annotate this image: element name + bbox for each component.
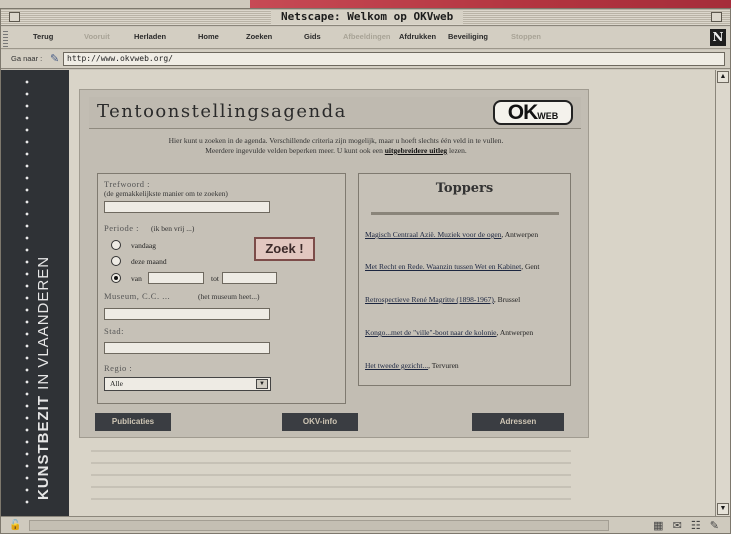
vertical-scrollbar[interactable]: ▲ ▼ — [715, 70, 730, 516]
stad-input[interactable] — [104, 342, 270, 354]
sidebar-title-bold: KUNSTBEZIT — [35, 395, 52, 500]
topper-place: , Antwerpen — [496, 328, 534, 337]
scroll-down-arrow-icon[interactable]: ▼ — [717, 503, 729, 515]
page-content: KUNSTBEZIT IN VLAANDEREN Tentoonstelling… — [1, 70, 715, 516]
intro-text: Hier kunt u zoeken in de agenda. Verschi… — [86, 136, 586, 156]
netscape-logo-icon: N — [710, 29, 726, 46]
scroll-up-arrow-icon[interactable]: ▲ — [717, 71, 729, 83]
sidebar: KUNSTBEZIT IN VLAANDEREN — [1, 70, 69, 516]
toppers-divider — [371, 212, 559, 215]
topper-link[interactable]: Magisch Centraal Azië. Muziek voor de og… — [365, 230, 501, 239]
bookmark-icon[interactable]: ✎ — [50, 53, 59, 65]
okv-info-button[interactable]: OKV-info — [282, 413, 358, 431]
regio-select[interactable]: Alle ▼ — [104, 377, 271, 391]
date-to-input[interactable] — [222, 272, 277, 284]
close-box[interactable] — [9, 12, 20, 22]
radio-deze-maand[interactable] — [111, 256, 121, 266]
explanation-link[interactable]: uitgebreidere uitleg — [385, 146, 447, 155]
topper-item: Retrospectieve René Magritte (1898-1967)… — [365, 295, 567, 305]
regio-label: Regio : — [104, 363, 133, 373]
intro-line-2a: Meerdere ingevulde velden beperken meer.… — [205, 146, 385, 155]
page-title: Tentoonstellingsagenda — [97, 101, 347, 122]
images-button[interactable]: Afbeeldingen — [343, 32, 391, 41]
topper-link[interactable]: Met Recht en Rede. Waanzin tussen Wet en… — [365, 262, 521, 271]
periode-label: Periode : — [104, 223, 139, 233]
adressen-button[interactable]: Adressen — [472, 413, 564, 431]
trefwoord-label: Trefwoord : — [104, 179, 151, 189]
topper-link[interactable]: Het tweede gezicht... — [365, 361, 428, 370]
tot-label: tot — [211, 274, 219, 283]
trefwoord-input[interactable] — [104, 201, 270, 213]
toolbar-collapse-tab[interactable] — [3, 29, 8, 47]
stop-button[interactable]: Stoppen — [511, 32, 541, 41]
topper-item: Met Recht en Rede. Waanzin tussen Wet en… — [365, 262, 567, 272]
publicaties-button[interactable]: Publicaties — [95, 413, 171, 431]
sidebar-title: KUNSTBEZIT IN VLAANDEREN — [35, 80, 57, 500]
page-reflection — [91, 440, 571, 510]
location-bar: Ga naar : ✎ http://www.okvweb.org/ — [1, 50, 730, 69]
security-button[interactable]: Beveiliging — [448, 32, 488, 41]
topper-place: , Brussel — [493, 295, 521, 304]
radio-vandaag[interactable] — [111, 240, 121, 250]
zoek-button[interactable]: Zoek ! — [254, 237, 315, 261]
bottom-nav: Publicaties OKV-info Adressen — [89, 413, 581, 431]
print-button[interactable]: Afdrukken — [399, 32, 436, 41]
topper-place: , Gent — [521, 262, 540, 271]
toppers-box: Toppers Magisch Centraal Azië. Muziek vo… — [358, 173, 571, 386]
back-button[interactable]: Terug — [33, 32, 53, 41]
topper-link[interactable]: Retrospectieve René Magritte (1898-1967) — [365, 295, 494, 304]
logo-web: WEB — [537, 111, 559, 121]
radio-vandaag-label: vandaag — [131, 241, 156, 250]
periode-note: (ik ben vrij ...) — [151, 224, 195, 233]
trefwoord-note: (de gemakkelijkste manier om te zoeken) — [104, 189, 228, 198]
sidebar-title-rest: IN VLAANDEREN — [35, 255, 52, 395]
radio-van[interactable] — [111, 273, 121, 283]
home-button[interactable]: Home — [198, 32, 219, 41]
agenda-panel: Tentoonstellingsagenda OKWEB Hier kunt u… — [79, 89, 589, 438]
browser-window: Netscape: Welkom op OKVweb Terug Vooruit… — [0, 8, 731, 534]
search-button[interactable]: Zoeken — [246, 32, 272, 41]
topper-place: , Antwerpen — [501, 230, 539, 239]
status-message — [29, 520, 609, 531]
topper-item: Magisch Centraal Azië. Muziek voor de og… — [365, 230, 567, 240]
museum-note: (het museum heet...) — [198, 292, 260, 301]
component-bar-icons[interactable]: ▦ ✉ ☷ ✎ — [653, 519, 722, 532]
topper-link[interactable]: Kongo...met de "ville"-boot naar de kolo… — [365, 328, 497, 337]
sidebar-dots — [25, 76, 29, 510]
regio-value: Alle — [110, 379, 123, 388]
museum-label: Museum, C.C. ... — [104, 291, 171, 301]
radio-deze-maand-label: deze maand — [131, 257, 167, 266]
url-field[interactable]: http://www.okvweb.org/ — [63, 52, 725, 66]
forward-button[interactable]: Vooruit — [84, 32, 110, 41]
radio-van-label: van — [131, 274, 142, 283]
reload-button[interactable]: Herladen — [134, 32, 166, 41]
location-label: Ga naar : — [11, 54, 43, 63]
window-title: Netscape: Welkom op OKVweb — [271, 10, 464, 24]
intro-line-1: Hier kunt u zoeken in de agenda. Verschi… — [168, 136, 504, 145]
guide-button[interactable]: Gids — [304, 32, 321, 41]
status-bar: 🔓 ▦ ✉ ☷ ✎ — [1, 516, 730, 533]
topper-item: Kongo...met de "ville"-boot naar de kolo… — [365, 328, 567, 338]
logo-ok: OK — [507, 101, 538, 124]
search-form: Trefwoord : (de gemakkelijkste manier om… — [97, 173, 346, 404]
date-from-input[interactable] — [148, 272, 204, 284]
toppers-title: Toppers — [435, 181, 494, 196]
navigation-toolbar: Terug Vooruit Herladen Home Zoeken Gids … — [1, 27, 730, 49]
security-lock-icon[interactable]: 🔓 — [9, 520, 21, 531]
heading-bar: Tentoonstellingsagenda OKWEB — [89, 97, 581, 129]
zoom-box[interactable] — [711, 12, 722, 22]
intro-line-2b: lezen. — [447, 146, 467, 155]
topper-item: Het tweede gezicht..., Tervuren — [365, 361, 567, 371]
stad-label: Stad: — [104, 326, 124, 336]
title-bar[interactable]: Netscape: Welkom op OKVweb — [1, 9, 730, 26]
chevron-down-icon[interactable]: ▼ — [256, 379, 268, 389]
museum-input[interactable] — [104, 308, 270, 320]
okvweb-logo[interactable]: OKWEB — [493, 100, 573, 125]
topper-place: , Tervuren — [428, 361, 459, 370]
